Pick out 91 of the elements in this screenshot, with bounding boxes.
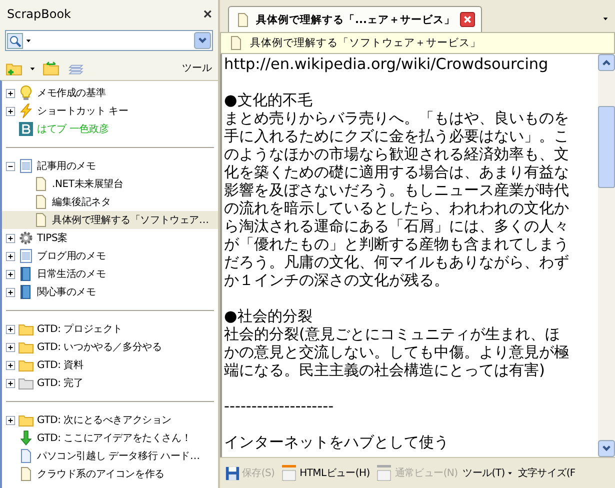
item-label: クラウド系のアイコンを作る [37,468,164,481]
item-label: GTD: 資料 [37,358,84,372]
item-label: ショートカット キー [37,105,128,118]
scrollbar-thumb[interactable] [598,106,615,188]
text-line: 化を築くための礎に適用する場合は、あまり有益な [224,163,570,181]
text-line: のようなほかの市場なら歓迎される経済効率も、文 [224,145,570,163]
tree-item[interactable]: GTD: プロジェクト [2,320,218,338]
item-label: 編集後記ネタ [52,196,111,209]
item-label: TIPS案 [37,232,68,245]
item-label: GTD: プロジェクト [37,322,123,336]
item-label: GTD: 次にとるべきアクション [37,414,172,427]
document-icon [18,448,34,464]
notepad-icon [18,158,34,174]
text-line: http://en.wikipedia.org/wiki/Crowdsourcing [224,55,550,73]
item-label: 関心事のメモ [37,286,96,299]
tree-item[interactable]: パソコン引越し データ移行 ハード… [2,447,218,465]
item-label: メモ作成の基準 [37,86,106,100]
close-button[interactable]: × [201,6,214,22]
item-label: 具体例で理解する「ソフトウェア… [52,214,209,227]
item-label: 日常生活のメモ [37,268,106,281]
panel-title: ScrapBook [7,7,72,21]
tree-item[interactable]: GTD: いつかやる／多分やる [2,338,218,356]
tree-item[interactable]: GTD: 完了 [2,374,218,392]
tab-title: 具体例で理解する「...ェア＋サービス」 [256,12,455,26]
text-line: 端になる。民主主義の社会構造にとっては有害) [224,361,546,379]
toolbar-button[interactable]: 文字サイズ(F [516,466,578,480]
page-title: 具体例で理解する「ソフトウェア＋サービス」 [250,36,481,50]
text-line: かの意見と交流しない。しても中傷。より意見が極 [224,343,570,361]
html-page-icon [280,465,298,481]
text-line: -------------------- [224,397,335,415]
caret-icon [602,15,609,22]
tree-item[interactable]: クラウド系のアイコンを作る [2,465,218,483]
text-line: まとめ売りからバラ売りへ。「もはや、良いものを [224,109,570,127]
text-line: ●文化的不毛 [224,91,314,109]
close-icon [460,12,475,27]
text-line: が「優れたもの」と判断する産物も含まれてしまう [224,235,570,253]
lightning-icon [18,103,34,119]
down-arrow-icon [18,430,34,446]
toolbar-button[interactable]: ツール(T) [460,466,515,480]
text-line: だろう。凡庸の文化、何マイルもありながら、わず [224,253,570,271]
scroll-up-icon [598,54,615,71]
tree-item[interactable]: 日常生活のメモ [2,265,218,283]
tree-item[interactable]: 編集後記ネタ [2,193,218,211]
tree-item[interactable]: GTD: 資料 [2,356,218,374]
tree-item[interactable]: ショートカット キー [2,102,218,120]
html-page-icon [374,465,393,481]
item-label: パソコン引越し データ移行 ハード… [37,450,200,463]
page-icon [33,212,49,228]
tree-item[interactable]: 関心事のメモ [2,283,218,301]
folder-arrows-icon [40,60,62,76]
tree-item[interactable]: メモ作成の基準 [2,84,218,102]
search-field[interactable] [5,30,213,51]
tools-menu-button[interactable]: ツール [179,61,215,75]
page-icon [235,12,251,28]
item-label: ブログ用のメモ [37,250,106,263]
b-letter-icon [18,121,34,137]
tree-item[interactable]: .NET未来展望台 [2,175,218,193]
dropdown-icon [194,32,211,49]
caret-icon [506,470,513,476]
search-icon [7,32,23,48]
tree-item[interactable]: 記事用のメモ [2,157,218,175]
text-line: ら淘汰される運命にある「石屑」には、多くの人々 [224,217,570,235]
item-label: GTD: いつかやる／多分やる [37,341,162,354]
item-label: 記事用のメモ [37,160,96,173]
bulb-icon [18,85,34,101]
item-label: GTD: 完了 [37,376,84,390]
item-label: GTD: ここにアイデアをたくさん！ [37,432,192,445]
notepad-icon [18,248,34,264]
text-line: 手に入れるためにクズに金を払う必要はない」。こ [224,127,570,145]
tree-item[interactable]: 具体例で理解する「ソフトウェア… [2,211,218,229]
tree-item[interactable]: GTD: ここにアイデアをたくさん！ [2,429,218,447]
page-icon [228,35,244,51]
item-label: はてブ 一色政彦 [37,122,109,136]
text-line: か１インチの深さの文化が残る。 [224,271,450,289]
scroll-down-icon [598,440,615,457]
caret-icon [29,64,36,72]
toolbar-button[interactable]: HTMLビュー(H) [278,465,372,481]
tree-item[interactable]: GTD: 次にとるべきアクション [2,411,218,429]
page-icon [33,176,49,192]
text-line: の流れを暗示しているとしたら、われわれの文化か [224,199,570,217]
tree-item[interactable]: TIPS案 [2,229,218,247]
gear-icon [18,230,34,246]
text-line: 社会的分裂(意見ごとにコミュニティが生まれ、ほ [224,325,561,343]
document-tab[interactable]: 具体例で理解する「...ェア＋サービス」 [228,6,482,32]
text-line: 影響を及ぼさないだろう。もしニュース産業が時代 [224,181,570,199]
caret-icon [25,37,32,44]
page-icon [18,466,34,482]
text-line: インターネットをハブとして使う [224,433,450,451]
item-label: .NET未来展望台 [52,178,124,191]
tree-item[interactable]: ブログ用のメモ [2,247,218,265]
text-line: ●社会的分裂 [224,307,314,325]
